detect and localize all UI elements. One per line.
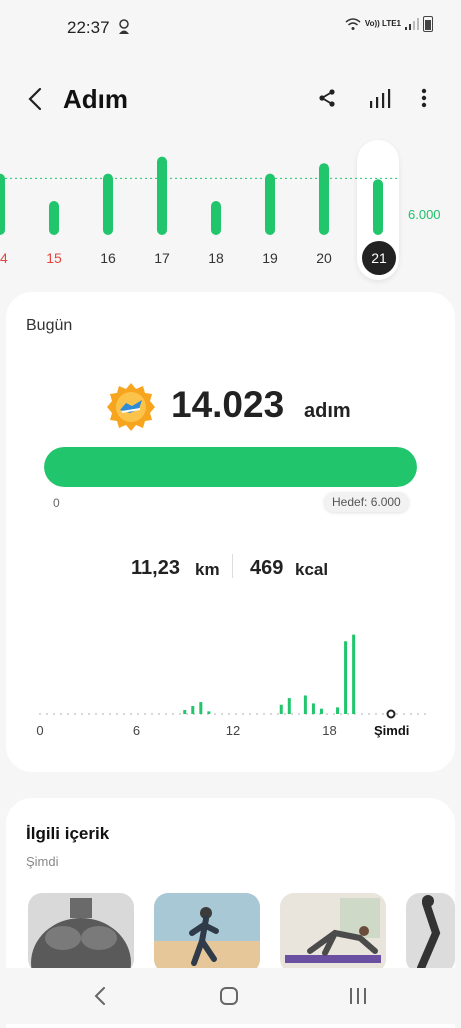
more-vertical-icon xyxy=(421,88,427,108)
hourly-steps-chart[interactable]: 0 6 12 18 Şimdi xyxy=(6,622,455,742)
week-bar-19[interactable] xyxy=(265,173,275,235)
day-label-15[interactable]: 15 xyxy=(39,250,69,266)
nav-home-icon xyxy=(220,987,238,1005)
week-bar-15[interactable] xyxy=(49,201,59,235)
hour-bar xyxy=(199,702,203,714)
content-thumbnail-running[interactable] xyxy=(154,893,260,973)
hour-tick-label: 18 xyxy=(322,723,337,738)
week-bar-20[interactable] xyxy=(319,163,329,235)
muscle-torso-image xyxy=(28,893,134,973)
bar-chart-icon xyxy=(370,89,391,108)
content-thumbnail-chest[interactable] xyxy=(28,893,134,973)
share-button[interactable] xyxy=(311,82,343,114)
chevron-left-icon xyxy=(28,87,42,111)
content-thumbnail-more[interactable] xyxy=(406,893,455,973)
more-options-button[interactable] xyxy=(408,82,440,114)
hour-bar xyxy=(279,704,283,714)
week-bar-14[interactable] xyxy=(0,173,5,235)
notification-icon xyxy=(119,19,129,34)
day-label-17[interactable]: 17 xyxy=(147,250,177,266)
nav-recents-button[interactable] xyxy=(338,980,378,1012)
calories-value: 469 xyxy=(250,557,284,579)
day-label-20[interactable]: 20 xyxy=(309,250,339,266)
hour-tick-label: 6 xyxy=(132,723,141,738)
status-icons: Vo)) LTE1 xyxy=(345,16,433,32)
week-bar-17[interactable] xyxy=(157,156,167,235)
network-label: Vo)) LTE1 xyxy=(364,19,401,28)
hour-bar xyxy=(183,710,187,714)
trends-button[interactable] xyxy=(364,82,396,114)
hour-bar xyxy=(311,703,315,714)
runner-image xyxy=(154,893,260,973)
day-label-16[interactable]: 16 xyxy=(93,250,123,266)
nav-back-button[interactable] xyxy=(80,980,120,1012)
hour-bar xyxy=(191,706,195,714)
week-bar-18[interactable] xyxy=(211,201,221,235)
weekly-steps-chart[interactable]: 14 15 16 17 18 19 20 21 6.000 xyxy=(0,140,461,290)
related-title: İlgili içerik xyxy=(26,824,110,843)
hour-bar xyxy=(336,707,340,714)
week-bar-16[interactable] xyxy=(103,173,113,235)
signal-icon xyxy=(405,18,419,30)
goal-line-label: 6.000 xyxy=(408,207,441,222)
stats-divider xyxy=(232,554,233,578)
goal-badge: Hedef: 6.000 xyxy=(324,492,409,512)
day-label-18[interactable]: 18 xyxy=(201,250,231,266)
steps-unit: adım xyxy=(304,400,351,422)
exercise-image xyxy=(280,893,386,973)
content-thumbnail-yoga[interactable] xyxy=(280,893,386,973)
hour-tick-label: 12 xyxy=(225,723,241,738)
hour-bar xyxy=(303,695,307,714)
progress-min-label: 0 xyxy=(53,496,60,510)
related-subtitle: Şimdi xyxy=(26,854,59,869)
distance-value: 11,23 xyxy=(131,557,180,579)
now-marker xyxy=(386,709,396,719)
day-label-21[interactable]: 21 xyxy=(362,241,396,275)
system-navigation-bar xyxy=(0,968,461,1024)
now-label: Şimdi xyxy=(374,723,410,738)
hour-bar xyxy=(207,711,211,714)
steps-progress-bar xyxy=(44,447,417,487)
nav-recents-icon xyxy=(350,988,366,1004)
hour-bar xyxy=(319,708,323,714)
nav-home-button[interactable] xyxy=(209,980,249,1012)
achievement-badge-icon xyxy=(107,383,155,431)
distance-unit: km xyxy=(195,560,220,579)
battery-icon xyxy=(423,16,433,32)
day-label-14[interactable]: 14 xyxy=(0,250,15,266)
hour-bar xyxy=(287,698,291,714)
share-icon xyxy=(319,89,335,107)
hour-tick-label: 0 xyxy=(36,723,44,738)
back-button[interactable] xyxy=(20,82,50,116)
nav-back-icon xyxy=(94,987,105,1005)
workout-image xyxy=(406,893,455,973)
wifi-icon xyxy=(345,18,361,30)
page-title: Adım xyxy=(63,84,128,114)
hour-bar xyxy=(352,634,356,714)
steps-count: 14.023 xyxy=(171,384,285,425)
weekly-bars xyxy=(0,156,400,235)
week-bar-21[interactable] xyxy=(373,179,383,235)
today-label: Bugün xyxy=(26,317,73,334)
steps-progress-fill xyxy=(44,447,417,487)
status-time: 22:37 xyxy=(67,18,110,37)
hour-bar xyxy=(344,641,348,714)
today-card: Bugün 14.023 adım 0 Hedef: 6.000 11,23 k… xyxy=(6,292,455,772)
calories-unit: kcal xyxy=(295,560,329,579)
day-label-19[interactable]: 19 xyxy=(255,250,285,266)
hourly-bars xyxy=(39,634,426,719)
